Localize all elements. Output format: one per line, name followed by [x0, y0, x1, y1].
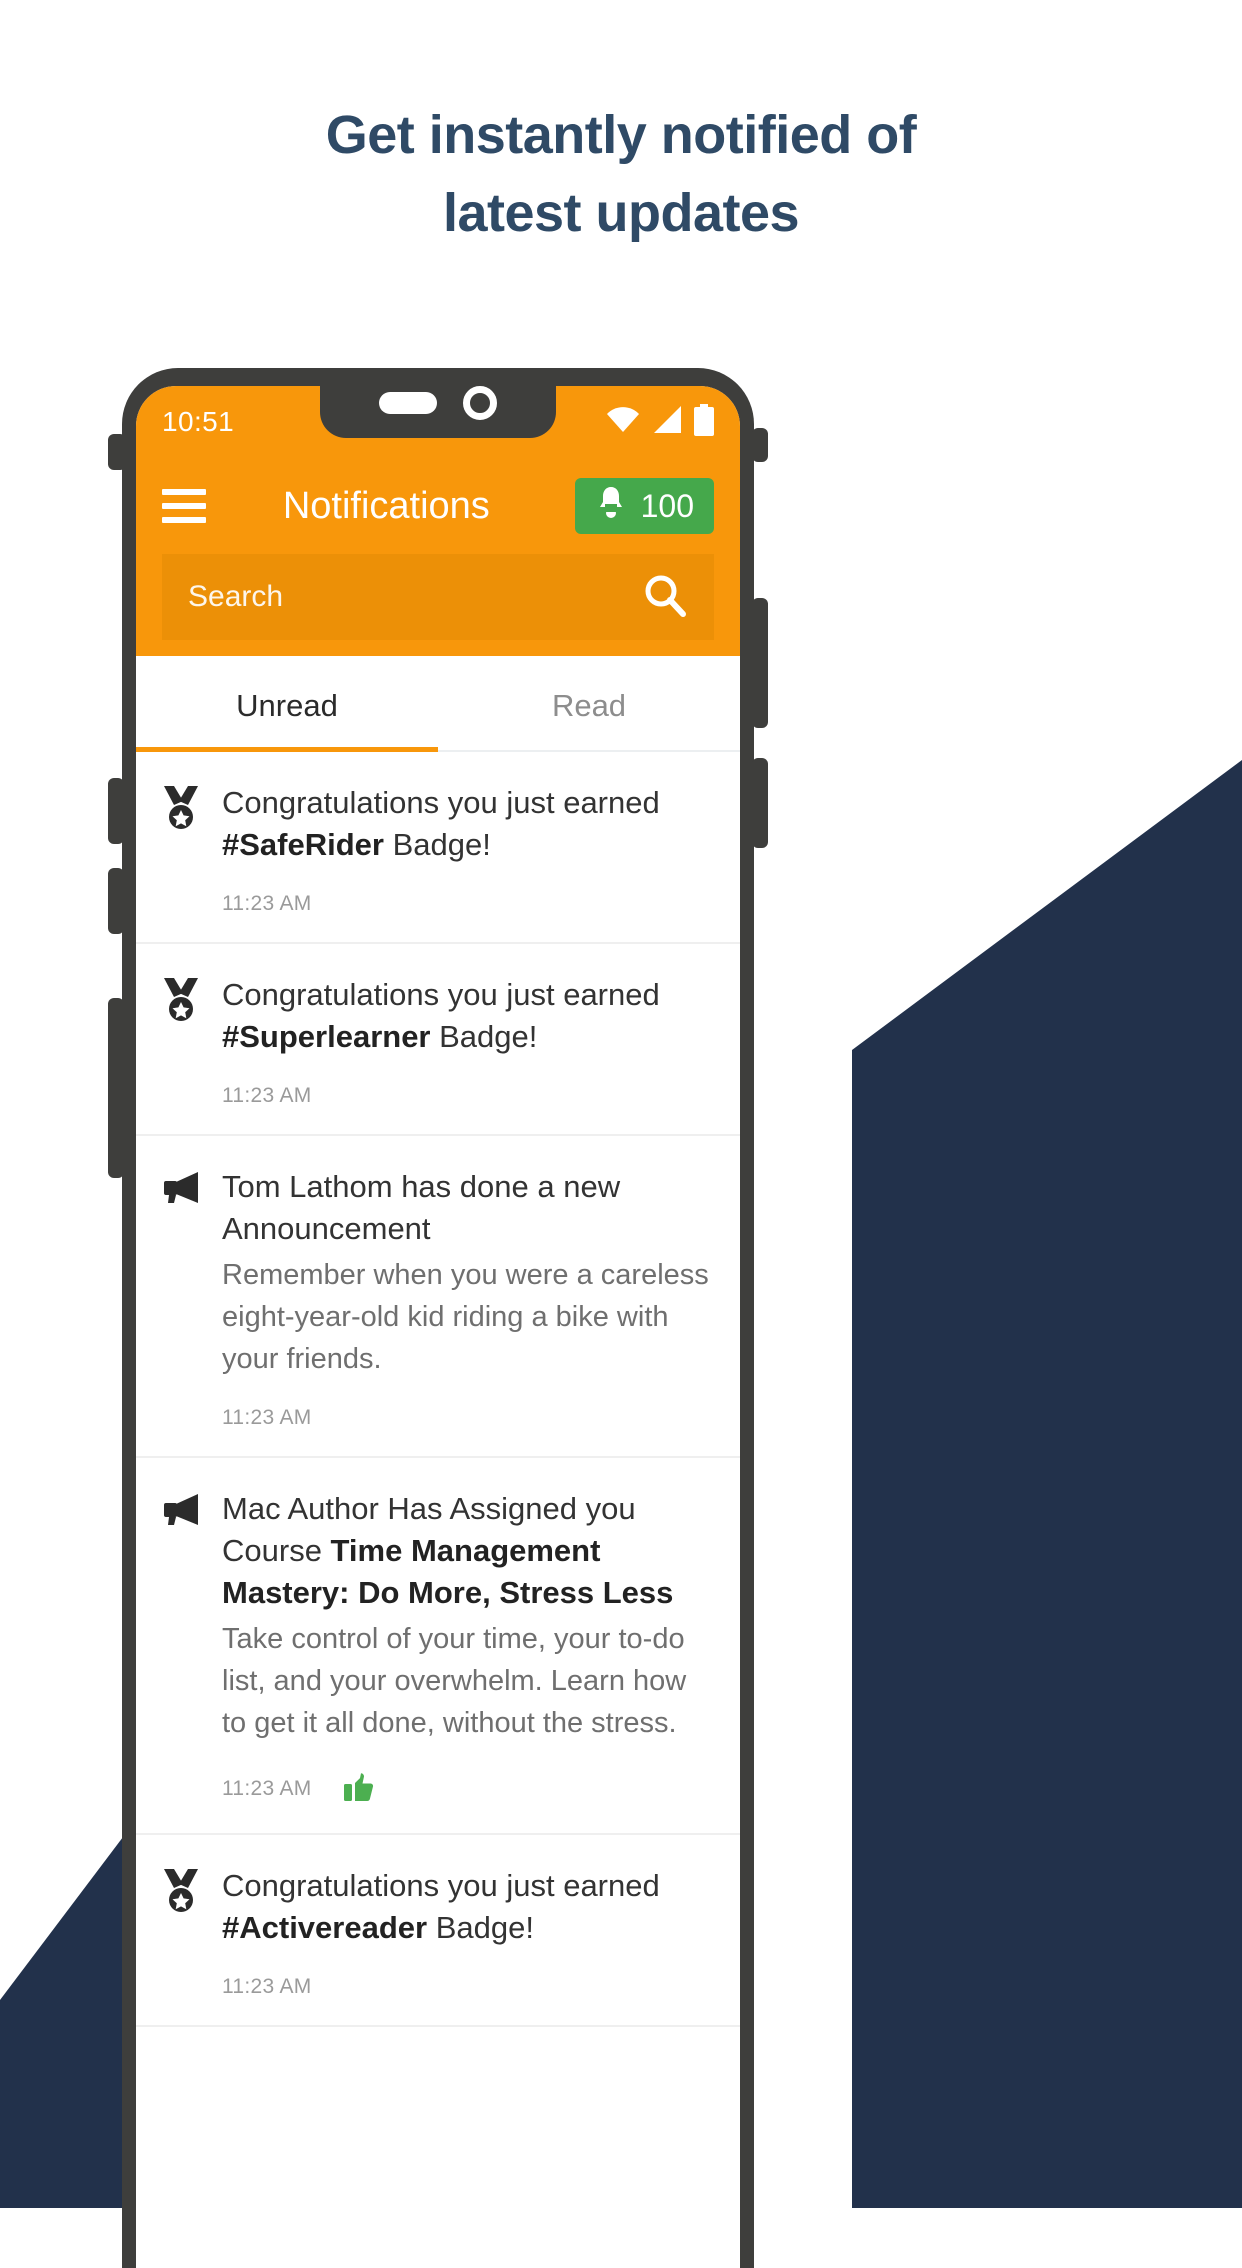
notification-body: Mac Author Has Assigned you Course Time …	[218, 1488, 714, 1807]
notification-body: Congratulations you just earned #Activer…	[218, 1865, 714, 1999]
notification-body: Congratulations you just earned #SafeRid…	[218, 782, 714, 916]
notification-item[interactable]: Congratulations you just earned #Activer…	[136, 1835, 740, 2027]
notification-description: Take control of your time, your to-do li…	[222, 1623, 687, 1739]
phone-button-right-lower	[752, 758, 768, 848]
earpiece-speaker-icon	[379, 392, 437, 414]
megaphone-icon	[162, 1166, 218, 1430]
page-title: Get instantly notified of latest updates	[0, 96, 1242, 252]
search-placeholder: Search	[188, 580, 284, 613]
notification-count-badge[interactable]: 100	[574, 478, 714, 534]
page-title-line-2: latest updates	[442, 183, 800, 243]
phone-screen: 10:51 Notifications 100 Search Unread Re…	[136, 386, 740, 2268]
medal-icon	[162, 974, 218, 1108]
notification-count-value: 100	[640, 487, 694, 524]
notification-title: Congratulations you just earned #Superle…	[222, 977, 660, 1054]
notification-item[interactable]: Congratulations you just earned #SafeRid…	[136, 752, 740, 944]
phone-button-volume-up	[108, 778, 124, 844]
phone-mockup: 10:51 Notifications 100 Search Unread Re…	[108, 368, 768, 2268]
phone-button-left-long	[108, 998, 124, 1178]
notification-item[interactable]: Mac Author Has Assigned you Course Time …	[136, 1458, 740, 1835]
notification-time: 11:23 AM	[222, 1975, 312, 1998]
app-bar: Notifications 100	[136, 458, 740, 554]
notification-description: Remember when you were a careless eight-…	[222, 1259, 709, 1375]
notification-item[interactable]: Congratulations you just earned #Superle…	[136, 944, 740, 1136]
notification-time: 11:23 AM	[222, 1776, 312, 1800]
front-camera-icon	[463, 386, 497, 420]
search-input[interactable]: Search	[162, 554, 714, 640]
notification-time: 11:23 AM	[222, 1406, 312, 1429]
phone-button-left-top	[108, 434, 126, 470]
search-icon[interactable]	[642, 572, 688, 623]
phone-button-power	[752, 598, 768, 728]
medal-icon	[162, 782, 218, 916]
notification-title: Congratulations you just earned #SafeRid…	[222, 785, 660, 862]
app-bar-title: Notifications	[282, 484, 490, 527]
notification-body: Congratulations you just earned #Superle…	[218, 974, 714, 1108]
notification-title: Congratulations you just earned #Activer…	[222, 1868, 660, 1945]
battery-icon	[694, 403, 714, 441]
notification-title: Tom Lathom has done a new Announcement	[222, 1169, 621, 1246]
notification-title: Mac Author Has Assigned you Course Time …	[222, 1491, 674, 1610]
phone-button-volume-down	[108, 868, 124, 934]
page-title-line-1: Get instantly notified of	[325, 105, 917, 165]
navy-shape-right	[722, 0, 1242, 2208]
medal-icon	[162, 1865, 218, 1999]
wifi-icon	[606, 406, 640, 438]
thumbs-up-icon[interactable]	[343, 1770, 374, 1807]
status-clock: 10:51	[162, 406, 235, 437]
phone-button-right-top	[752, 428, 768, 462]
notification-body: Tom Lathom has done a new Announcement R…	[218, 1166, 714, 1430]
tab-unread[interactable]: Unread	[136, 656, 438, 752]
status-icons	[606, 403, 714, 441]
status-bar: 10:51	[136, 386, 740, 458]
notification-meta: 11:23 AM	[222, 892, 714, 916]
search-bar-container: Search	[136, 554, 740, 656]
notification-time: 11:23 AM	[222, 892, 312, 915]
notification-meta: 11:23 AM	[222, 1770, 714, 1807]
bell-icon	[595, 485, 627, 527]
signal-icon	[652, 405, 682, 439]
notification-meta: 11:23 AM	[222, 1406, 714, 1430]
notification-meta: 11:23 AM	[222, 1975, 714, 1999]
phone-notch	[320, 386, 556, 438]
notification-meta: 11:23 AM	[222, 1084, 714, 1108]
tab-read[interactable]: Read	[438, 656, 740, 750]
notification-list: Congratulations you just earned #SafeRid…	[136, 752, 740, 2027]
megaphone-icon	[162, 1488, 218, 1807]
notification-time: 11:23 AM	[222, 1084, 312, 1107]
notification-tabs: Unread Read	[136, 656, 740, 752]
notification-item[interactable]: Tom Lathom has done a new Announcement R…	[136, 1136, 740, 1458]
